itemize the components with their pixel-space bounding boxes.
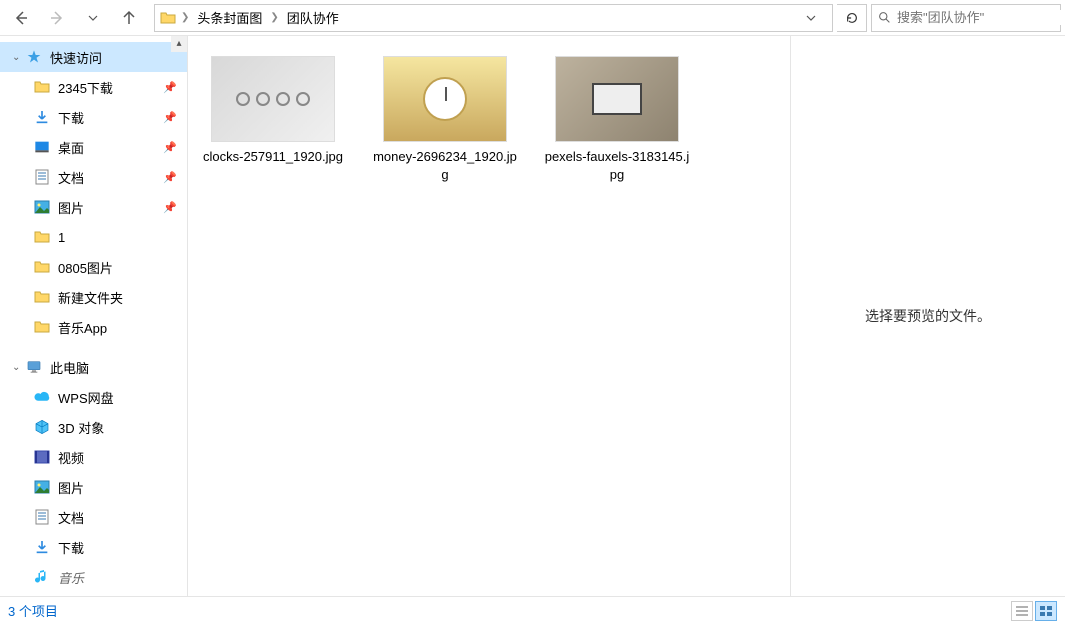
navigation-pane: ▴ ⌄ 快速访问 2345下载 📌 下载 📌 桌面 📌 文档 📌 图片 📌 1 0805图片新建文件夹… — [0, 36, 188, 596]
sidebar-label: 图片 — [58, 198, 84, 217]
sidebar-item[interactable]: 0805图片 — [0, 252, 187, 282]
sidebar-item[interactable]: 音乐App — [0, 312, 187, 342]
sidebar-item[interactable]: 下载 📌 — [0, 102, 187, 132]
file-item[interactable]: pexels-fauxels-3183145.jpg — [538, 56, 696, 184]
video-icon — [32, 447, 52, 467]
file-name: pexels-fauxels-3183145.jpg — [538, 148, 696, 184]
details-view-button[interactable] — [1011, 601, 1033, 621]
breadcrumb-item[interactable]: 头条封面图 — [193, 6, 266, 29]
sidebar-label: 新建文件夹 — [58, 288, 123, 307]
collapse-icon[interactable]: ⌄ — [12, 52, 22, 63]
collapse-icon[interactable]: ⌄ — [12, 362, 22, 373]
document-icon — [32, 507, 52, 527]
back-button[interactable] — [12, 9, 30, 27]
sidebar-item[interactable]: 1 — [0, 222, 187, 252]
file-name: clocks-257911_1920.jpg — [197, 148, 349, 166]
pin-icon: 📌 — [163, 171, 177, 184]
sidebar-label: 快速访问 — [50, 48, 102, 67]
document-icon — [32, 167, 52, 187]
sidebar-label: 音乐 — [58, 568, 84, 587]
folder-icon — [32, 227, 52, 247]
sidebar-item[interactable]: 音乐 — [0, 562, 187, 592]
folder-icon — [32, 257, 52, 277]
sidebar-item[interactable]: 图片 📌 — [0, 192, 187, 222]
preview-empty-text: 选择要预览的文件。 — [865, 306, 991, 326]
pin-icon: 📌 — [163, 111, 177, 124]
address-dropdown-button[interactable] — [806, 13, 828, 23]
sidebar-label: 图片 — [58, 478, 84, 497]
sidebar-item[interactable]: 桌面 📌 — [0, 132, 187, 162]
status-bar: 3 个项目 — [0, 596, 1065, 624]
main-area: ▴ ⌄ 快速访问 2345下载 📌 下载 📌 桌面 📌 文档 📌 图片 📌 1 0805图片新建文件夹… — [0, 36, 1065, 596]
thumbnails-view-button[interactable] — [1035, 601, 1057, 621]
search-box[interactable] — [871, 4, 1061, 32]
chevron-right-icon[interactable]: ❯ — [266, 12, 282, 23]
sidebar-item-this-pc[interactable]: ⌄ 此电脑 — [0, 352, 187, 382]
sidebar-item[interactable]: 3D 对象 — [0, 412, 187, 442]
sidebar-label: 2345下载 — [58, 78, 113, 97]
sidebar-item[interactable]: 视频 — [0, 442, 187, 472]
sidebar-label: 文档 — [58, 168, 84, 187]
desktop-icon — [32, 137, 52, 157]
status-item-count: 3 个项目 — [8, 601, 58, 620]
folder-icon — [32, 317, 52, 337]
star-icon — [24, 47, 44, 67]
file-item[interactable]: money-2696234_1920.jpg — [366, 56, 524, 184]
3d-icon — [32, 417, 52, 437]
search-input[interactable] — [897, 10, 1065, 25]
pictures-icon — [32, 197, 52, 217]
content-area: clocks-257911_1920.jpg money-2696234_1920… — [188, 36, 1065, 596]
search-icon — [878, 11, 891, 24]
folder-icon — [32, 287, 52, 307]
sidebar-label: 下载 — [58, 538, 84, 557]
pin-icon: 📌 — [163, 141, 177, 154]
sidebar-item[interactable]: 图片 — [0, 472, 187, 502]
preview-pane: 选择要预览的文件。 — [790, 36, 1065, 596]
sidebar-item[interactable]: 下载 — [0, 532, 187, 562]
pictures-icon — [32, 477, 52, 497]
pin-icon: 📌 — [163, 81, 177, 94]
sidebar-item-quick-access[interactable]: ⌄ 快速访问 — [0, 42, 187, 72]
folder-icon — [159, 9, 177, 27]
sidebar-item[interactable]: 新建文件夹 — [0, 282, 187, 312]
pc-icon — [24, 357, 44, 377]
forward-button[interactable] — [48, 9, 66, 27]
file-item[interactable]: clocks-257911_1920.jpg — [194, 56, 352, 166]
music-icon — [32, 567, 52, 587]
pin-icon: 📌 — [163, 201, 177, 214]
refresh-button[interactable] — [837, 4, 867, 32]
sidebar-label: 视频 — [58, 448, 84, 467]
view-switcher — [1011, 601, 1057, 621]
scroll-up-button[interactable]: ▴ — [171, 36, 187, 52]
topbar: ❯ 头条封面图 ❯ 团队协作 — [0, 0, 1065, 36]
sidebar-item[interactable]: 文档 — [0, 502, 187, 532]
download-icon — [32, 107, 52, 127]
sidebar-label: 此电脑 — [50, 358, 89, 377]
folder-icon — [32, 77, 52, 97]
download-icon — [32, 537, 52, 557]
address-bar[interactable]: ❯ 头条封面图 ❯ 团队协作 — [154, 4, 833, 32]
cloud-icon — [32, 387, 52, 407]
sidebar-label: 桌面 — [58, 138, 84, 157]
breadcrumb-item[interactable]: 团队协作 — [283, 6, 343, 29]
sidebar-label: 文档 — [58, 508, 84, 527]
sidebar-label: 3D 对象 — [58, 418, 104, 437]
file-name: money-2696234_1920.jpg — [366, 148, 524, 184]
sidebar-label: 下载 — [58, 108, 84, 127]
file-list[interactable]: clocks-257911_1920.jpg money-2696234_1920… — [188, 36, 790, 596]
sidebar-label: 音乐App — [58, 318, 107, 337]
sidebar-label: 1 — [58, 230, 65, 245]
sidebar-label: WPS网盘 — [58, 388, 114, 407]
nav-buttons — [0, 9, 150, 27]
sidebar-item[interactable]: 文档 📌 — [0, 162, 187, 192]
sidebar-label: 0805图片 — [58, 258, 113, 277]
chevron-right-icon[interactable]: ❯ — [177, 12, 193, 23]
up-button[interactable] — [120, 9, 138, 27]
recent-locations-button[interactable] — [84, 9, 102, 27]
sidebar-item[interactable]: 2345下载 📌 — [0, 72, 187, 102]
sidebar-item[interactable]: WPS网盘 — [0, 382, 187, 412]
